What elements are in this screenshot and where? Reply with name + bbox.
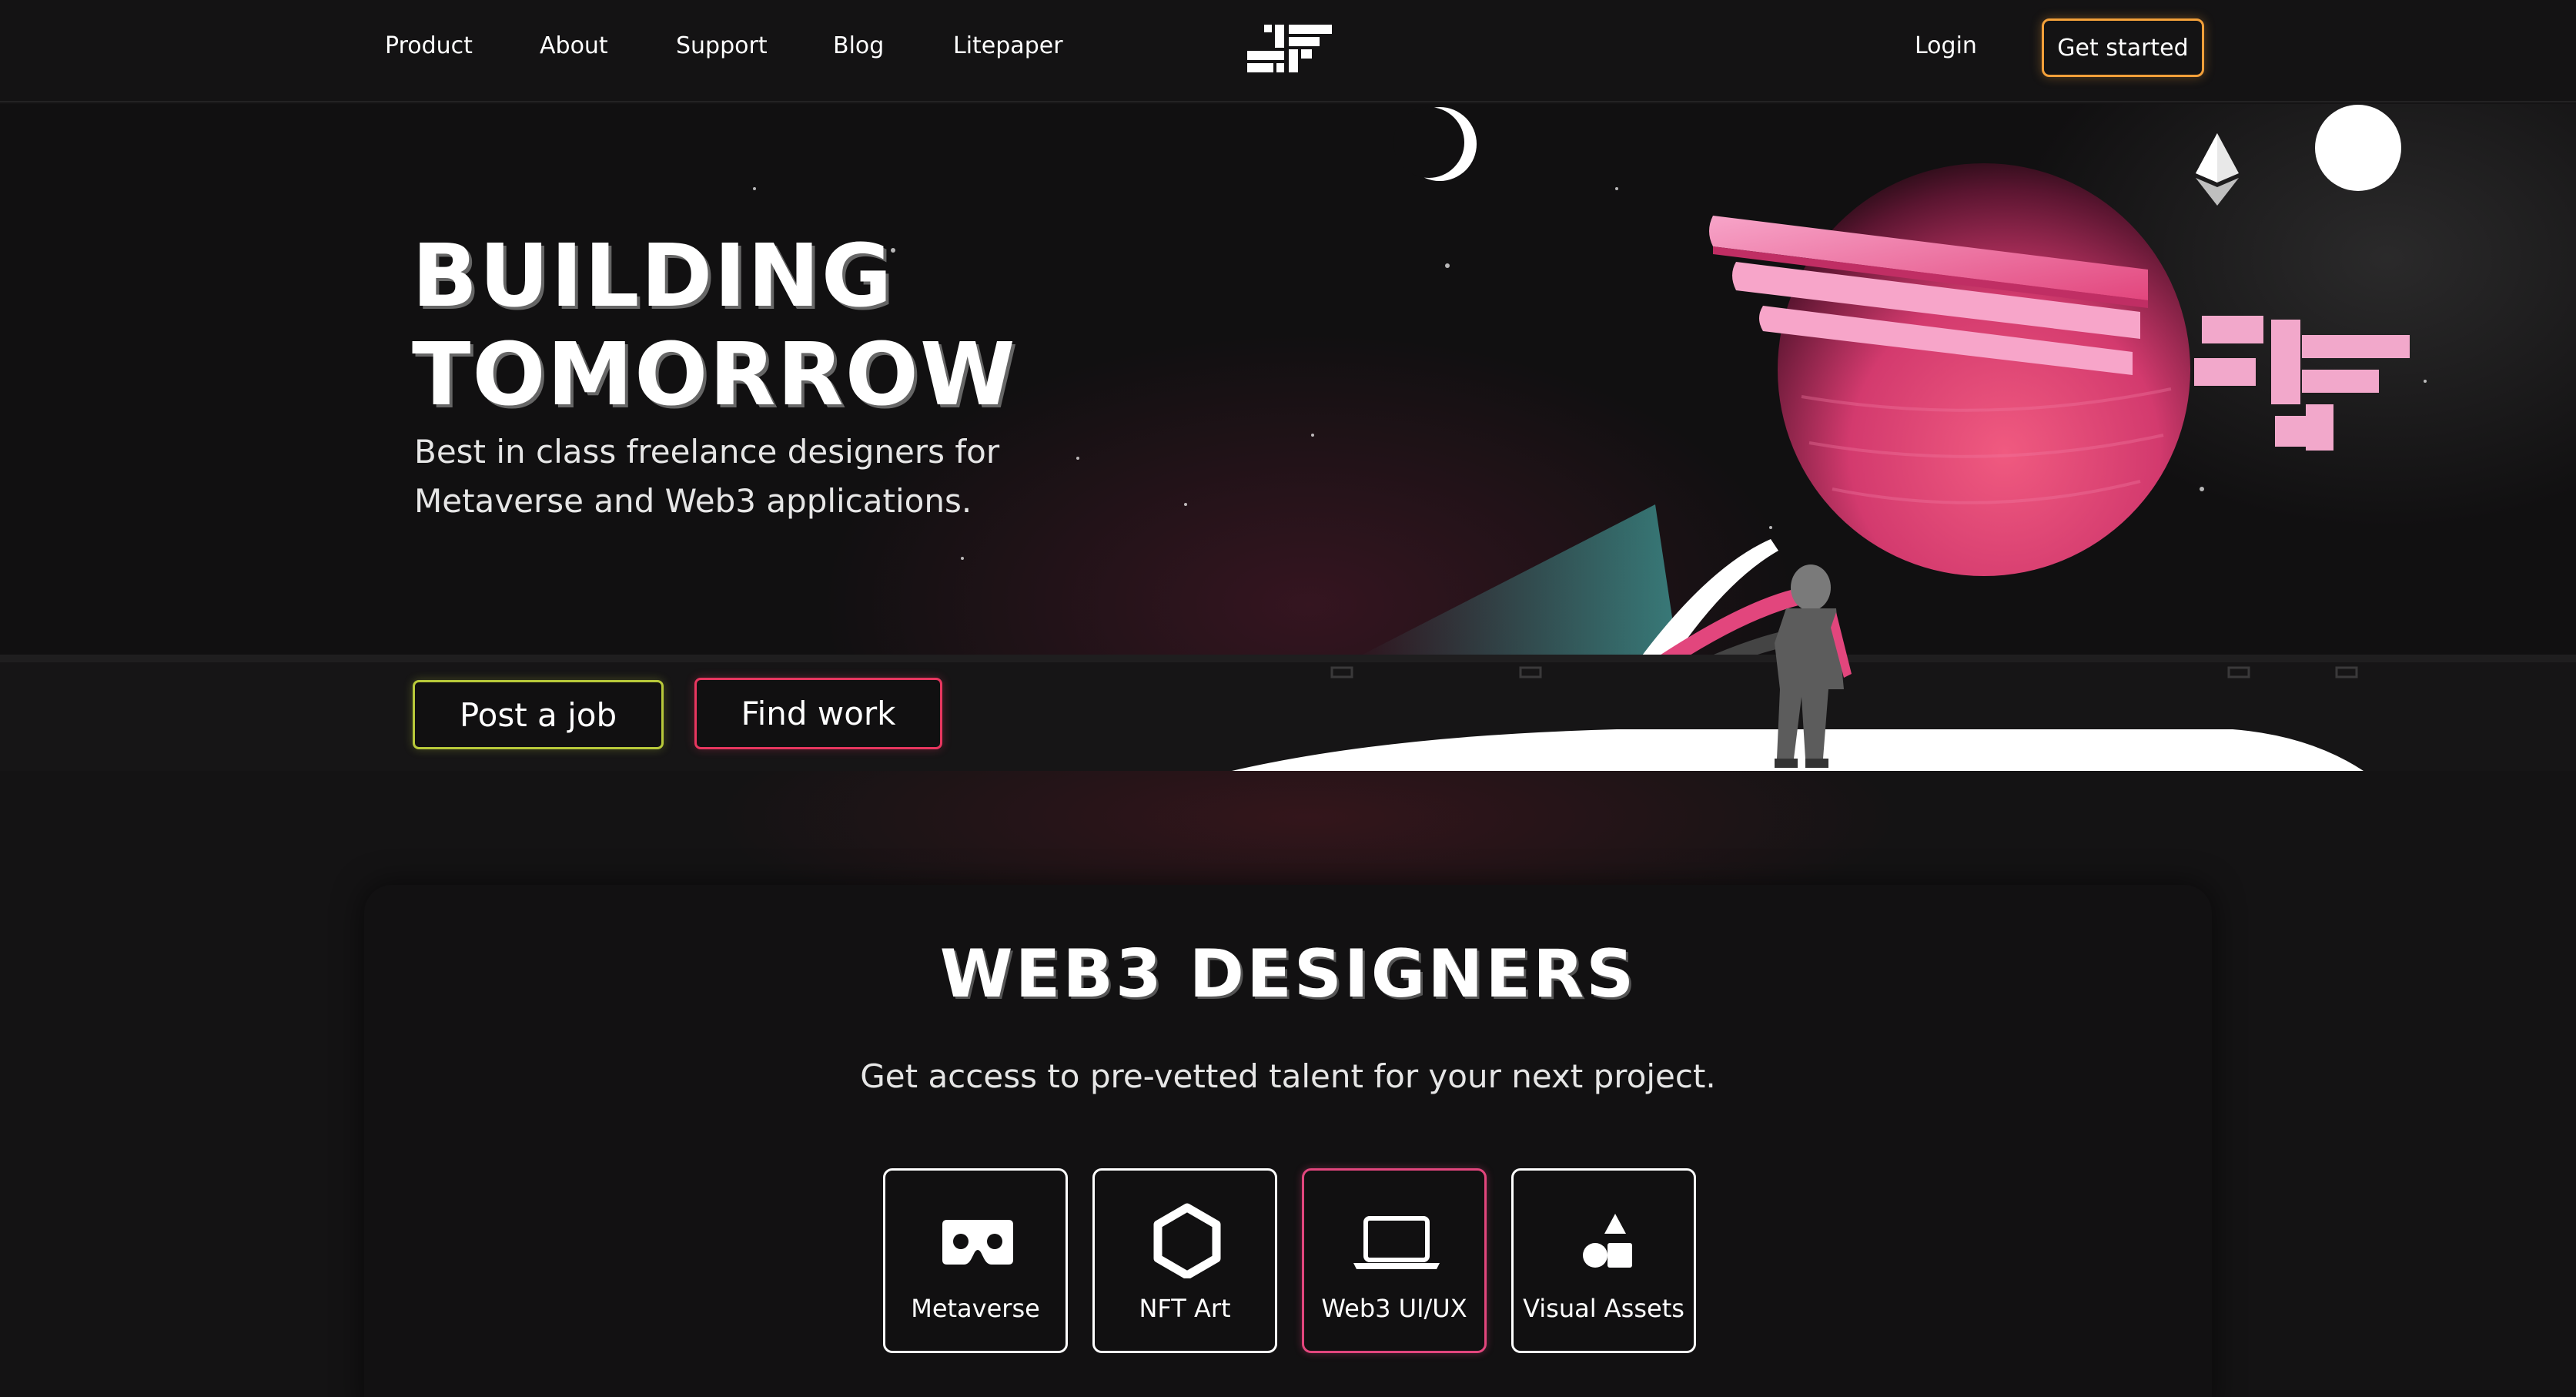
hero-subtitle: Best in class freelance designers for Me… xyxy=(414,427,1030,526)
nav-link-support[interactable]: Support xyxy=(676,32,768,59)
brand-logo-icon[interactable] xyxy=(1247,22,1332,72)
crescent-moon-icon xyxy=(1393,107,1477,181)
laptop-icon xyxy=(1353,1216,1440,1269)
designers-subtitle: Get access to pre-vetted talent for your… xyxy=(860,1057,1716,1095)
category-card-nft-art[interactable]: NFT Art xyxy=(1092,1168,1277,1353)
category-label: Web3 UI/UX xyxy=(1321,1294,1467,1323)
hero-section: BUILDING TOMORROW Best in class freelanc… xyxy=(0,104,2576,771)
nav-link-about[interactable]: About xyxy=(540,32,608,59)
get-started-button[interactable]: Get started xyxy=(2042,18,2204,77)
hero-subtitle-line2: Metaverse and Web3 applications. xyxy=(414,482,972,520)
ethereum-icon xyxy=(2196,133,2239,206)
hero-title-line1: BUILDING xyxy=(412,226,894,327)
cyan-beam xyxy=(1355,504,1678,658)
top-navbar: Product About Support Blog Litepaper Log… xyxy=(0,0,2576,102)
landing-page: Product About Support Blog Litepaper Log… xyxy=(0,0,2576,1397)
login-link[interactable]: Login xyxy=(1915,32,1977,59)
post-a-job-button[interactable]: Post a job xyxy=(413,680,664,749)
vr-headset-icon xyxy=(942,1220,1013,1265)
hero-title-line2: TOMORROW xyxy=(412,325,1017,425)
category-label: Metaverse xyxy=(911,1294,1040,1323)
category-label: Visual Assets xyxy=(1523,1294,1684,1323)
white-moon xyxy=(2315,105,2401,191)
space-illustration xyxy=(0,105,2576,771)
find-work-button[interactable]: Find work xyxy=(694,678,942,749)
nav-link-product[interactable]: Product xyxy=(385,32,473,59)
hexagon-icon xyxy=(1153,1203,1221,1278)
category-card-web3-uiux[interactable]: Web3 UI/UX xyxy=(1302,1168,1487,1353)
category-label: NFT Art xyxy=(1139,1294,1231,1323)
shapes-icon xyxy=(1583,1214,1632,1268)
designers-title: WEB3 DESIGNERS xyxy=(939,936,1637,1013)
category-card-visual-assets[interactable]: Visual Assets xyxy=(1511,1168,1696,1353)
nav-link-blog[interactable]: Blog xyxy=(833,32,884,59)
hero-title: BUILDING TOMORROW xyxy=(412,227,1017,424)
brand-logo-3d xyxy=(2194,316,2410,451)
category-card-metaverse[interactable]: Metaverse xyxy=(883,1168,1068,1353)
nav-link-litepaper[interactable]: Litepaper xyxy=(953,32,1063,59)
hero-subtitle-line1: Best in class freelance designers for xyxy=(414,433,1000,471)
